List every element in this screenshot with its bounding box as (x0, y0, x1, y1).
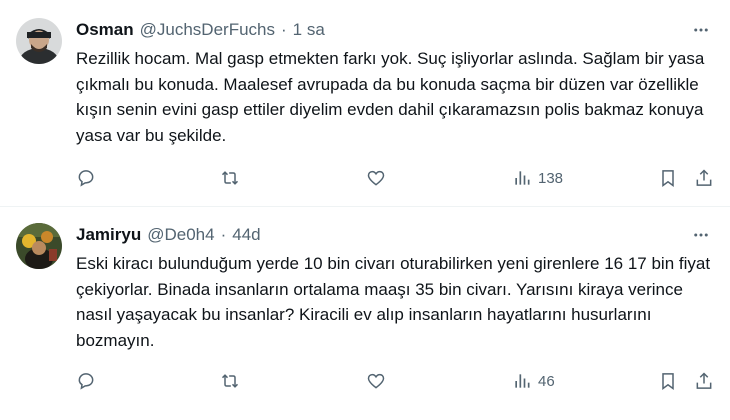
more-options-icon[interactable] (688, 17, 714, 43)
views-button[interactable]: 46 (512, 369, 555, 393)
tweet-header: Osman @JuchsDerFuchs · 1 sa (76, 19, 714, 41)
display-name[interactable]: Jamiryu (76, 225, 141, 245)
share-button[interactable] (694, 369, 714, 393)
timestamp[interactable]: 44d (232, 225, 260, 245)
tweet-text: Eski kiracı bulunduğum yerde 10 bin civa… (76, 254, 711, 350)
separator-dot: · (281, 20, 287, 39)
separator-dot: · (220, 225, 227, 244)
action-bar: 138 (76, 166, 716, 190)
share-button[interactable] (694, 166, 714, 190)
retweet-icon (221, 171, 239, 185)
like-button[interactable] (366, 369, 386, 393)
views-count: 138 (538, 169, 564, 187)
reply-button[interactable] (76, 166, 96, 190)
like-icon (367, 373, 385, 389)
bookmark-button[interactable] (658, 369, 678, 393)
avatar[interactable] (16, 18, 62, 64)
retweet-button[interactable] (220, 166, 240, 190)
share-icon (696, 372, 712, 389)
tweet-header: Jamiryu @De0h4 · 44d (76, 224, 714, 246)
tweet-text: Rezillik hocam. Mal gasp etmekten farkı … (76, 49, 705, 145)
like-icon (367, 170, 385, 186)
retweet-button[interactable] (220, 369, 240, 393)
bookmark-icon (662, 373, 674, 390)
tweet[interactable]: Jamiryu @De0h4 · 44d Eski kiracı bulundu… (0, 207, 730, 420)
like-button[interactable] (366, 166, 386, 190)
views-button[interactable]: 138 (512, 166, 563, 190)
reply-icon (78, 373, 94, 390)
views-icon (515, 171, 530, 185)
retweet-icon (221, 374, 239, 388)
share-icon (696, 169, 712, 186)
views-icon (515, 374, 530, 388)
reply-icon (78, 170, 94, 187)
more-options-icon[interactable] (688, 222, 714, 248)
display-name[interactable]: Osman (76, 20, 134, 40)
bookmark-button[interactable] (658, 166, 678, 190)
user-handle[interactable]: @JuchsDerFuchs (140, 20, 275, 40)
views-count: 46 (538, 372, 555, 390)
avatar[interactable] (16, 223, 62, 269)
bookmark-icon (662, 170, 674, 187)
reply-button[interactable] (76, 369, 96, 393)
tweet[interactable]: Osman @JuchsDerFuchs · 1 sa Rezillik hoc… (0, 0, 730, 207)
action-bar: 46 (76, 369, 716, 393)
timestamp[interactable]: 1 sa (293, 20, 325, 40)
user-handle[interactable]: @De0h4 (147, 225, 214, 245)
